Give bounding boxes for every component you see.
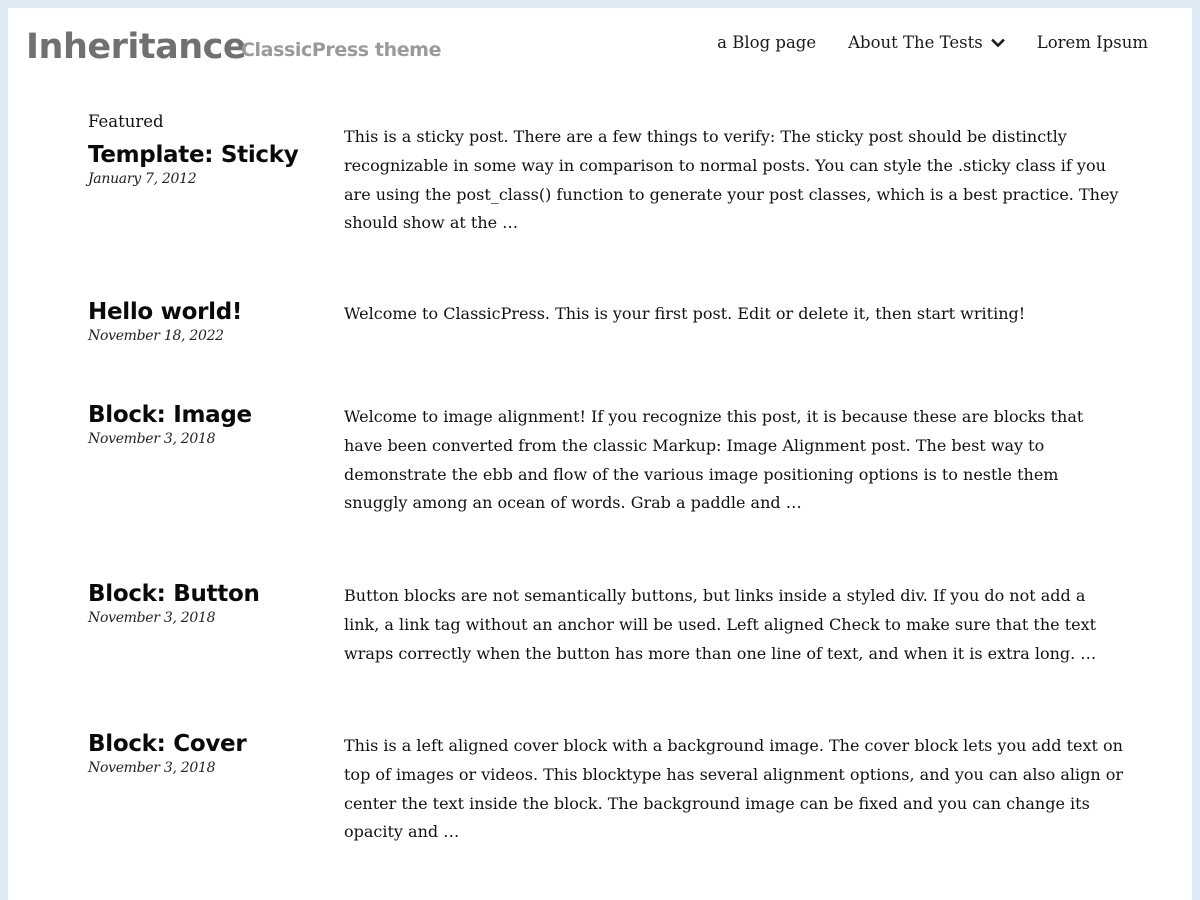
chevron-down-icon[interactable] (990, 36, 1005, 50)
post-excerpt: Welcome to ClassicPress. This is your fi… (344, 304, 1026, 323)
main-navigation: a Blog page About The Tests Lorem Ipsum (717, 33, 1148, 52)
post-excerpt: Button blocks are not semantically butto… (344, 586, 1097, 663)
post-title-link[interactable]: Block: Button (88, 580, 328, 608)
site-header: Inheritance ClassicPress theme a Blog pa… (8, 8, 1192, 88)
post-title-link[interactable]: Hello world! (88, 298, 328, 326)
page-container: Inheritance ClassicPress theme a Blog pa… (8, 8, 1192, 900)
nav-item-lorem-ipsum[interactable]: Lorem Ipsum (1037, 33, 1148, 52)
post-excerpt: This is a sticky post. There are a few t… (344, 127, 1119, 233)
featured-label: Featured (88, 112, 164, 131)
post-meta: Block: Button November 3, 2018 (88, 580, 328, 627)
post-meta: Hello world! November 18, 2022 (88, 298, 328, 345)
post-title-link[interactable]: Block: Cover (88, 730, 328, 758)
post-date: November 3, 2018 (88, 610, 216, 626)
post-meta: Block: Image November 3, 2018 (88, 401, 328, 448)
post-meta: Featured Template: Sticky January 7, 201… (88, 111, 328, 188)
post-excerpt: This is a left aligned cover block with … (344, 736, 1124, 842)
post-date: November 18, 2022 (88, 328, 224, 344)
nav-item-about-the-tests[interactable]: About The Tests (848, 33, 1005, 52)
post-date: November 3, 2018 (88, 760, 216, 776)
nav-item-label: Lorem Ipsum (1036, 33, 1148, 52)
post-excerpt: Welcome to image alignment! If you recog… (344, 407, 1084, 513)
post-date: January 7, 2012 (88, 171, 197, 187)
site-title-link[interactable]: Inheritance (26, 24, 247, 70)
nav-item-label: a Blog page (717, 33, 817, 52)
post-title-link[interactable]: Block: Image (88, 401, 328, 429)
nav-item-label: About The Tests (848, 33, 983, 52)
nav-item-blog-page[interactable]: a Blog page (717, 33, 816, 52)
post-meta: Block: Cover November 3, 2018 (88, 730, 328, 777)
site-tagline: ClassicPress theme (241, 39, 442, 61)
post-date: November 3, 2018 (88, 431, 216, 447)
post-title-link[interactable]: Template: Sticky (88, 141, 328, 169)
